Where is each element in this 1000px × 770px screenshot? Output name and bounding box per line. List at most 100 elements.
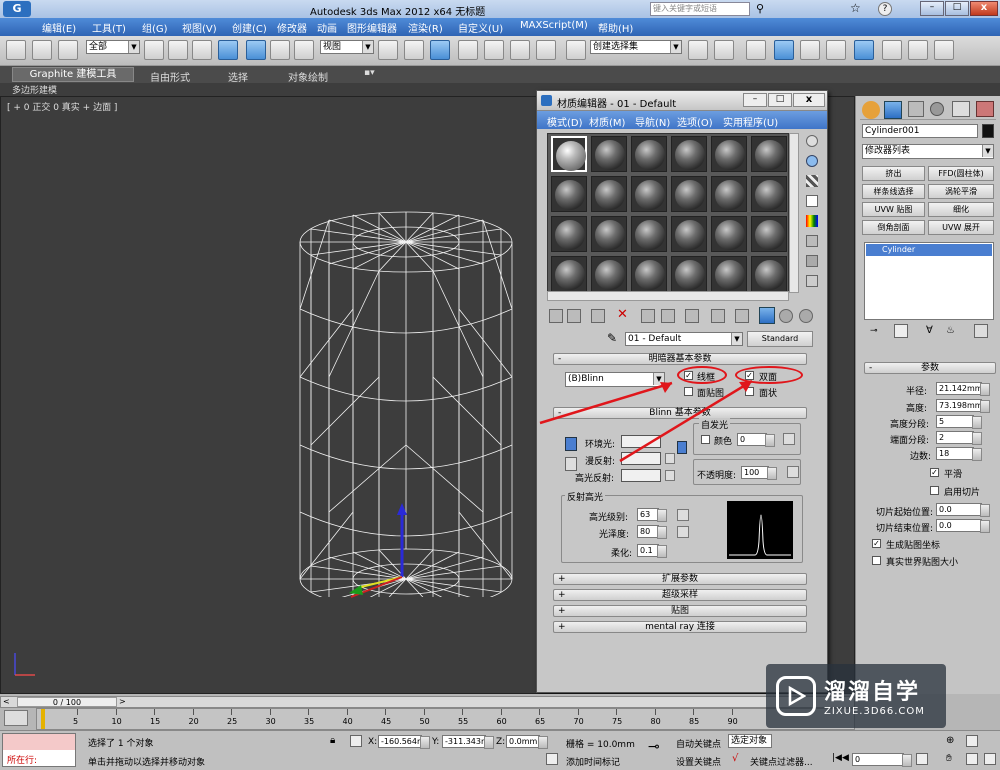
me-menu-material[interactable]: 材质(M): [589, 114, 625, 129]
mirror-icon[interactable]: [688, 40, 708, 60]
sample-slot[interactable]: [551, 216, 587, 252]
menu-view[interactable]: 视图(V): [182, 20, 217, 35]
spinner-snap-icon[interactable]: [536, 40, 556, 60]
link-icon[interactable]: [6, 40, 26, 60]
edit-named-selection-icon[interactable]: [566, 40, 586, 60]
smooth-checkbox[interactable]: ✓: [930, 468, 939, 477]
selection-filter-dropdown[interactable]: 全部 ▼: [86, 40, 140, 54]
remove-modifier-icon[interactable]: ♨: [946, 325, 955, 336]
sample-hscrollbar[interactable]: [547, 291, 789, 301]
soften-spinner[interactable]: 0.1: [637, 544, 667, 558]
named-selection-dropdown[interactable]: 创建选择集 ▼: [590, 40, 682, 54]
search-input[interactable]: 键入关键字或短语: [650, 2, 750, 16]
sample-slot[interactable]: [551, 176, 587, 212]
display-tab-icon[interactable]: [952, 101, 970, 117]
spec-level-map-button[interactable]: [677, 509, 689, 521]
sample-slot[interactable]: [591, 256, 627, 292]
sample-slot[interactable]: [711, 136, 747, 172]
select-object-icon[interactable]: [144, 40, 164, 60]
spec-level-spinner[interactable]: 63: [637, 508, 667, 522]
menu-edit[interactable]: 编辑(E): [42, 20, 76, 35]
lock-selection-icon[interactable]: 🔒︎: [330, 735, 335, 746]
stack-item-cylinder[interactable]: Cylinder: [866, 244, 992, 256]
mental-ray-rollout[interactable]: + mental ray 连接: [553, 621, 807, 633]
ribbon-options-icon[interactable]: ▪▾: [364, 68, 375, 78]
sample-slot[interactable]: [751, 256, 787, 292]
maximize-viewport-icon[interactable]: [984, 753, 996, 765]
maxscript-listener[interactable]: 所在行:: [2, 733, 76, 767]
rendered-frame-icon[interactable]: [908, 40, 928, 60]
hierarchy-tab-icon[interactable]: [908, 101, 924, 117]
reset-map-icon[interactable]: ✕: [617, 307, 628, 322]
graphite-toggle-icon[interactable]: [774, 40, 794, 60]
real-world-checkbox[interactable]: [872, 556, 881, 565]
backlight-icon[interactable]: [806, 155, 818, 167]
pivot-icon[interactable]: [378, 40, 398, 60]
percent-snap-icon[interactable]: [510, 40, 530, 60]
params-rollout[interactable]: - 参数: [864, 362, 996, 374]
video-color-icon[interactable]: [806, 215, 818, 227]
time-config-icon[interactable]: [916, 753, 928, 765]
me-menu-navigation[interactable]: 导航(N): [635, 114, 670, 129]
radius-spinner[interactable]: 21.142mm: [936, 382, 990, 396]
menu-create[interactable]: 创建(C): [232, 20, 267, 35]
minimize-button[interactable]: –: [920, 1, 944, 16]
tab-graphite[interactable]: Graphite 建模工具: [12, 67, 134, 82]
time-tag-icon[interactable]: [546, 753, 558, 765]
x-coord-field[interactable]: -160.564m: [378, 735, 430, 749]
select-by-name-icon[interactable]: [168, 40, 188, 60]
align-icon[interactable]: [714, 40, 734, 60]
show-map-icon[interactable]: [735, 309, 749, 323]
keyboard-shortcut-icon[interactable]: [430, 40, 450, 60]
shader-rollout-header[interactable]: - 明暗器基本参数: [553, 353, 807, 365]
star-icon[interactable]: ☆: [850, 1, 861, 15]
select-move-icon[interactable]: [246, 40, 266, 60]
sample-slot[interactable]: [671, 176, 707, 212]
maximize-button[interactable]: □: [945, 1, 969, 16]
sample-slot[interactable]: [591, 136, 627, 172]
z-coord-field[interactable]: 0.0mm: [506, 735, 548, 749]
select-rotate-icon[interactable]: [270, 40, 290, 60]
viewport-label[interactable]: [ + 0 正交 0 真实 + 边面 ]: [7, 100, 117, 113]
mini-curve-button[interactable]: [4, 710, 28, 726]
zoom-extents-icon[interactable]: [966, 735, 978, 747]
render-setup-icon[interactable]: [882, 40, 902, 60]
orbit-icon[interactable]: [966, 753, 978, 765]
sample-slot[interactable]: [751, 136, 787, 172]
motion-tab-icon[interactable]: [930, 102, 944, 116]
unlink-icon[interactable]: [32, 40, 52, 60]
time-slider-next[interactable]: >: [119, 697, 126, 706]
select-scale-icon[interactable]: [294, 40, 314, 60]
modifier-btn-unwrap-uvw[interactable]: UVW 展开: [928, 220, 994, 235]
bind-space-warp-icon[interactable]: [58, 40, 78, 60]
add-time-tag-label[interactable]: 添加时间标记: [566, 755, 620, 768]
modifier-btn-tessellate[interactable]: 细化: [928, 202, 994, 217]
make-unique-icon[interactable]: ∀: [926, 325, 933, 336]
go-to-start-icon[interactable]: |◀◀: [832, 753, 849, 763]
sides-spinner[interactable]: 18: [936, 447, 982, 461]
modifier-btn-ffd-cyl[interactable]: FFD(圆柱体): [928, 166, 994, 181]
modifier-btn-turbosmooth[interactable]: 涡轮平滑: [928, 184, 994, 199]
menu-modifiers[interactable]: 修改器: [277, 20, 307, 35]
me-close-button[interactable]: x: [793, 93, 825, 107]
material-name-field[interactable]: 01 - Default ▼: [625, 332, 743, 346]
material-id-icon[interactable]: [711, 309, 725, 323]
time-slider-thumb[interactable]: 0 / 100: [17, 697, 117, 707]
modifier-btn-spline-select[interactable]: 样条线选择: [862, 184, 925, 199]
sample-slot[interactable]: [631, 176, 667, 212]
menu-rendering[interactable]: 渲染(R): [408, 20, 443, 35]
y-coord-field[interactable]: -311.343m: [442, 735, 494, 749]
abs-mode-icon[interactable]: [350, 735, 362, 747]
gen-map-checkbox[interactable]: ✓: [872, 539, 881, 548]
make-copy-icon[interactable]: [641, 309, 655, 323]
background-icon[interactable]: [806, 175, 818, 187]
tab-object-paint[interactable]: 对象绘制: [288, 69, 328, 84]
modifier-btn-extrude[interactable]: 挤出: [862, 166, 925, 181]
material-editor-icon[interactable]: [854, 40, 874, 60]
slice-on-checkbox[interactable]: [930, 486, 939, 495]
sample-type-icon[interactable]: [806, 135, 818, 147]
tab-freeform[interactable]: 自由形式: [150, 69, 190, 84]
sample-slot[interactable]: [751, 176, 787, 212]
track-bar[interactable]: 5 10 15 20 25 30 35 40 45 50 55 60 65 70 75 80 85 90: [36, 708, 855, 730]
sample-slot[interactable]: [631, 136, 667, 172]
